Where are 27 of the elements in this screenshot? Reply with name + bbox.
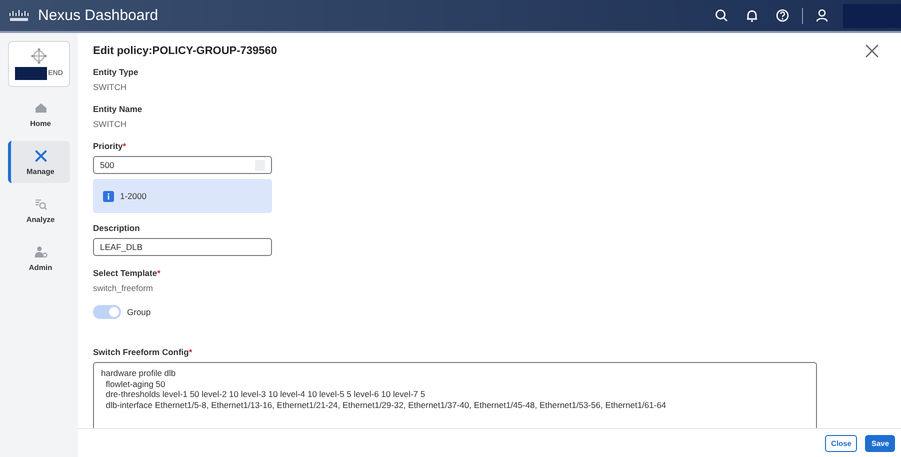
close-icon[interactable] (865, 44, 879, 58)
field-label: Entity Name (93, 104, 144, 114)
home-icon (34, 100, 48, 114)
user-gear-icon (34, 244, 48, 258)
search-list-icon (34, 196, 48, 210)
help-icon[interactable] (776, 9, 789, 22)
field-label: Entity Type (93, 67, 140, 77)
field-label: Description (93, 223, 141, 233)
toggle-label: Group (127, 307, 151, 317)
info-icon (103, 190, 114, 202)
app-title: Nexus Dashboard (38, 7, 158, 24)
bell-icon[interactable] (746, 9, 758, 22)
field-label: Select Template* (93, 268, 162, 278)
description-field[interactable]: LEAF_DLB (93, 238, 272, 256)
logo-icon (8, 10, 30, 22)
field-value: SWITCH (93, 82, 128, 92)
globe-icon (31, 48, 47, 64)
field-label: Priority* (93, 141, 128, 151)
priority-field[interactable]: 500 (93, 156, 272, 174)
redaction-block (15, 67, 48, 80)
hint-banner: 1-2000 (93, 179, 272, 213)
field-value: SWITCH (93, 119, 128, 129)
field-label: Switch Freeform Config* (93, 347, 194, 357)
search-icon[interactable] (715, 9, 728, 22)
dialog-title: Edit policy:POLICY-GROUP-739560 (93, 45, 277, 57)
user-icon[interactable] (816, 9, 828, 22)
field-value: switch_freeform (93, 283, 154, 293)
